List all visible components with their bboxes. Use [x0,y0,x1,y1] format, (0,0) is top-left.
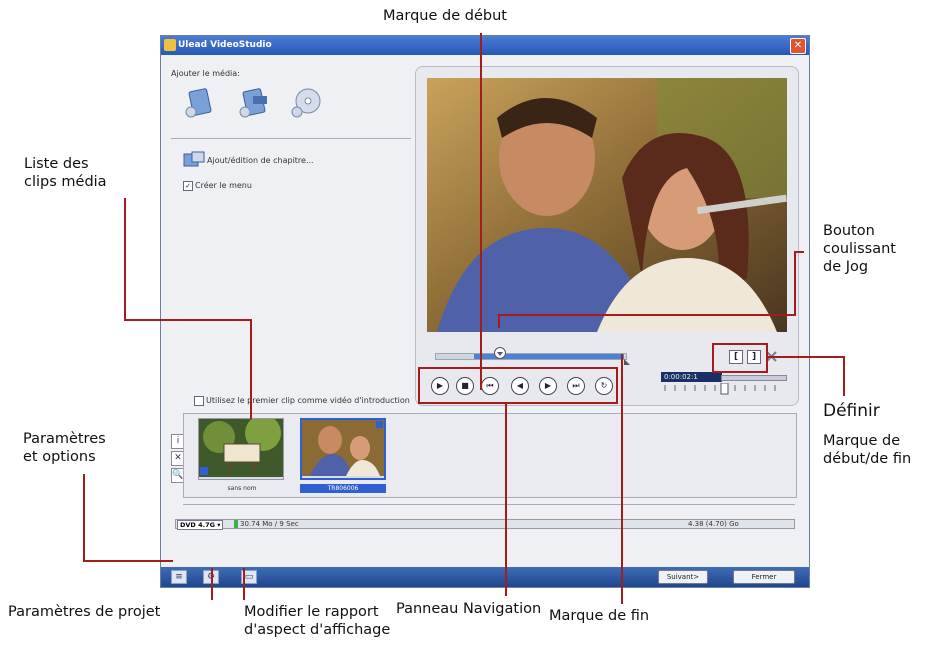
size-info: 30.74 Mo / 9 Sec [240,520,299,528]
close-window-button[interactable]: ✕ [790,38,806,54]
jog-track[interactable] [721,375,787,381]
callout-jog: Bouton coulissant de Jog [823,222,896,276]
callout-clip-list: Liste des clips média [24,155,107,191]
clip-list-line-v1 [124,198,126,320]
left-divider [171,138,411,139]
end-mark-line [621,354,623,604]
callout-jog-line2: coulissant [823,241,896,257]
app-icon [164,39,176,51]
nav-panel-line [505,403,507,596]
clip-thumbnail [199,415,283,477]
callout-project-settings: Paramètres de projet [8,604,161,620]
callout-clip-list-line1: Liste des [24,156,89,172]
callout-settings: Paramètres et options [23,430,106,466]
define-line-v [843,356,845,396]
clip-name: sans nom [227,485,257,492]
callout-aspect-ratio: Modifier le rapport d'aspect d'affichage [244,603,390,639]
callout-jog-line1: Bouton [823,223,875,239]
clip-scrollbar[interactable] [183,504,795,508]
clip-item[interactable]: sans nom [198,415,284,492]
nav-panel-highlight [418,367,618,404]
settings-options-icon[interactable]: ≡ [171,570,187,584]
settings-line-h [83,560,173,562]
clip-item-selected[interactable]: TR806006 [300,418,386,493]
define-line-h [767,356,845,358]
jog-line-v [794,251,796,316]
clip-thumbnail [302,420,384,476]
end-mark-handle[interactable] [623,358,631,366]
disc-status-bar: DVD 4.7G ▾ 30.74 Mo / 9 Sec 4.38 (4.70) … [175,519,795,530]
callout-clip-list-line2: clips média [24,174,107,190]
start-mark-line [480,33,482,390]
add-disc-icon[interactable] [289,86,323,120]
first-clip-intro-checkbox[interactable] [194,396,204,406]
clip-list-line-h [124,319,251,321]
project-settings-line [211,568,213,600]
callout-settings-line1: Paramètres [23,431,106,447]
callout-start-mark: Marque de début [383,8,507,24]
window-title: Ulead VideoStudio [178,40,272,50]
callout-nav-panel: Panneau Navigation [396,601,542,617]
scrub-bar[interactable] [435,353,627,360]
title-bar: Ulead VideoStudio ✕ [161,36,809,55]
start-mark-handle[interactable] [493,346,507,360]
callout-jog-line3: de Jog [823,259,869,275]
callout-define: Définir [823,401,880,421]
create-menu-label: Créer le menu [195,181,252,190]
first-clip-intro-label: Utilisez le premier clip comme vidéo d'i… [206,396,410,405]
clip-name: TR806006 [300,484,386,493]
chapter-link[interactable]: Ajout/édition de chapitre... [207,156,314,165]
add-media-label: Ajouter le média: [171,69,240,78]
callout-settings-line2: et options [23,449,96,465]
close-button[interactable]: Fermer [733,570,795,584]
chapter-icon[interactable] [183,151,205,167]
callout-aspect-ratio-line2: d'aspect d'affichage [244,622,391,638]
aspect-ratio-line [243,568,245,600]
add-video-icon[interactable] [183,86,217,120]
settings-line-v [83,474,85,562]
bottom-toolbar: ≡ ⚙ ▭ Suivant> Fermer [161,567,809,587]
create-menu-checkbox[interactable]: ✓ [183,181,193,191]
callout-define-sub-line2: début/de fin [823,451,912,467]
callout-define-sub-line1: Marque de [823,433,901,449]
next-button[interactable]: Suivant> [658,570,708,584]
disc-type-select[interactable]: DVD 4.7G ▾ [177,520,224,530]
jog-line-v2 [498,314,500,328]
callout-define-sub: Marque de début/de fin [823,432,911,468]
callout-end-mark: Marque de fin [549,608,650,624]
callout-aspect-ratio-line1: Modifier le rapport [244,604,379,620]
usage-meter [234,520,238,528]
mark-buttons-highlight [712,343,768,373]
jog-line-h2 [498,314,795,316]
media-clip-list[interactable]: sans nom TR806006 [183,413,797,498]
jog-ruler[interactable] [661,383,785,395]
clip-list-line-v2 [250,319,252,419]
add-vr-icon[interactable] [237,86,271,120]
app-window: Ulead VideoStudio ✕ Ajouter le média: Aj… [160,35,810,588]
timecode-display[interactable]: 0:00:02:1 [661,372,722,382]
disc-capacity: 4.38 (4.70) Go [688,520,739,528]
